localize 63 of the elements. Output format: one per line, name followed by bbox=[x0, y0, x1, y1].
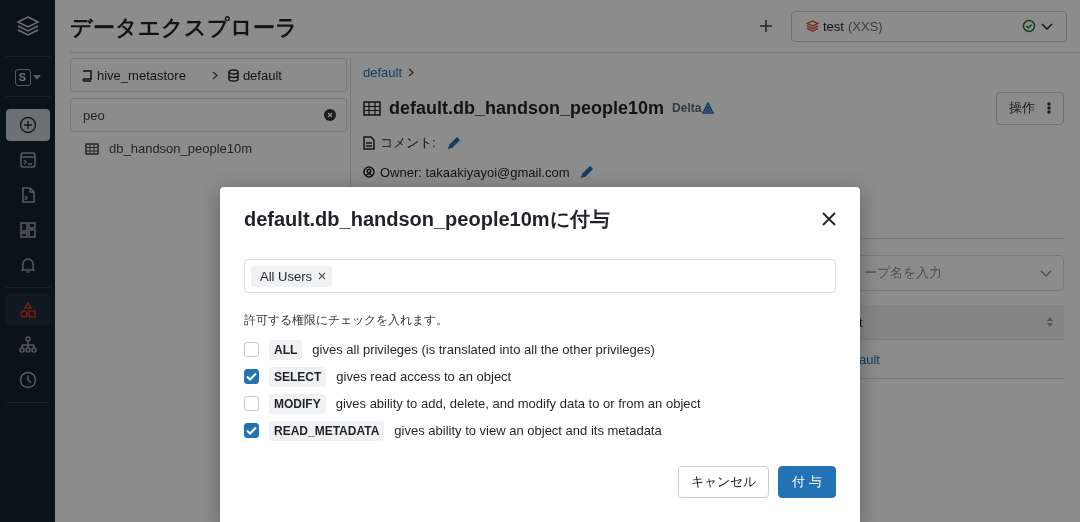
breadcrumb-link[interactable]: default bbox=[242, 67, 282, 83]
plus-icon bbox=[759, 19, 773, 33]
table-title: default.db_handson_people10m bbox=[389, 97, 665, 119]
principal-field[interactable]: All Users bbox=[244, 259, 836, 293]
search-field[interactable]: peo bbox=[70, 98, 347, 132]
privilege-description: gives read access to an object bbox=[336, 369, 512, 384]
caret-icon bbox=[32, 74, 41, 81]
layers-logo-icon bbox=[14, 14, 41, 38]
close-icon bbox=[822, 212, 836, 226]
table-icon bbox=[363, 100, 381, 116]
privilege-name: MODIFY bbox=[269, 393, 326, 414]
owner-label: Owner: takaakiyayoi@gmail.com bbox=[380, 164, 570, 180]
sidebar-item[interactable] bbox=[5, 294, 50, 326]
pencil-icon[interactable] bbox=[446, 136, 461, 150]
breadcrumb-link[interactable]: default bbox=[363, 65, 403, 80]
cancel-button[interactable]: キャンセル bbox=[678, 466, 770, 498]
privilege-description: gives all privileges (is translated into all the other privileges) bbox=[312, 342, 655, 357]
instruction-text: 許可する権限にチェックを入れます。 bbox=[244, 312, 449, 329]
clock-icon bbox=[17, 370, 38, 390]
privilege-description: gives ability to view an object and its metadata bbox=[394, 423, 662, 438]
document-icon bbox=[363, 136, 375, 150]
table-link[interactable]: ault bbox=[859, 351, 880, 367]
warehouse-name: test bbox=[823, 18, 844, 34]
chevron-right-icon bbox=[408, 68, 415, 77]
triangle-icon bbox=[702, 102, 715, 114]
shapes-icon bbox=[17, 300, 38, 320]
hierarchy-icon bbox=[17, 335, 38, 355]
kebab-icon bbox=[1047, 102, 1051, 114]
bell-icon bbox=[17, 255, 38, 275]
sidebar-item[interactable] bbox=[5, 109, 50, 141]
dialog-title: default.db_handson_people10mに付与 bbox=[244, 206, 611, 232]
sort-icon bbox=[1046, 316, 1054, 328]
privilege-description: gives ability to add, delete, and modify data to or from an object bbox=[335, 396, 701, 411]
layers-icon bbox=[806, 20, 819, 32]
table-icon bbox=[85, 142, 99, 155]
clear-icon bbox=[324, 109, 336, 121]
database-icon bbox=[227, 68, 239, 82]
checkbox[interactable] bbox=[244, 423, 259, 438]
privilege-name: SELECT bbox=[269, 366, 327, 387]
checkbox[interactable] bbox=[244, 396, 259, 411]
close-button[interactable] bbox=[821, 211, 837, 227]
checkbox[interactable] bbox=[244, 369, 259, 384]
remove-icon bbox=[318, 272, 326, 280]
warehouse-size: (XXS) bbox=[847, 18, 883, 34]
actions-button[interactable]: 操作 bbox=[996, 91, 1064, 125]
table-list-item[interactable]: db_handson_people10m bbox=[109, 141, 253, 156]
tag-label: All Users bbox=[260, 268, 312, 284]
format-label: Delta bbox=[672, 101, 702, 115]
page-title: データエクスプローラ bbox=[70, 14, 299, 42]
comment-label: コメント: bbox=[380, 134, 436, 152]
pencil-icon[interactable] bbox=[580, 165, 595, 179]
plus-circle-icon bbox=[17, 115, 38, 135]
checkbox[interactable] bbox=[244, 342, 259, 357]
grant-button[interactable]: 付 与 bbox=[778, 466, 836, 498]
chevron-right-icon bbox=[211, 70, 218, 80]
dashboard-icon bbox=[17, 220, 38, 240]
breadcrumb-link[interactable]: hive_metastore bbox=[97, 67, 186, 83]
warehouse-selector[interactable]: test (XXS) bbox=[791, 10, 1067, 42]
user-icon bbox=[363, 166, 375, 178]
privilege-name: READ_METADATA bbox=[269, 420, 385, 441]
privilege-name: ALL bbox=[269, 339, 303, 360]
workspace-icon[interactable]: S bbox=[14, 69, 31, 86]
terminal-icon bbox=[17, 150, 38, 170]
